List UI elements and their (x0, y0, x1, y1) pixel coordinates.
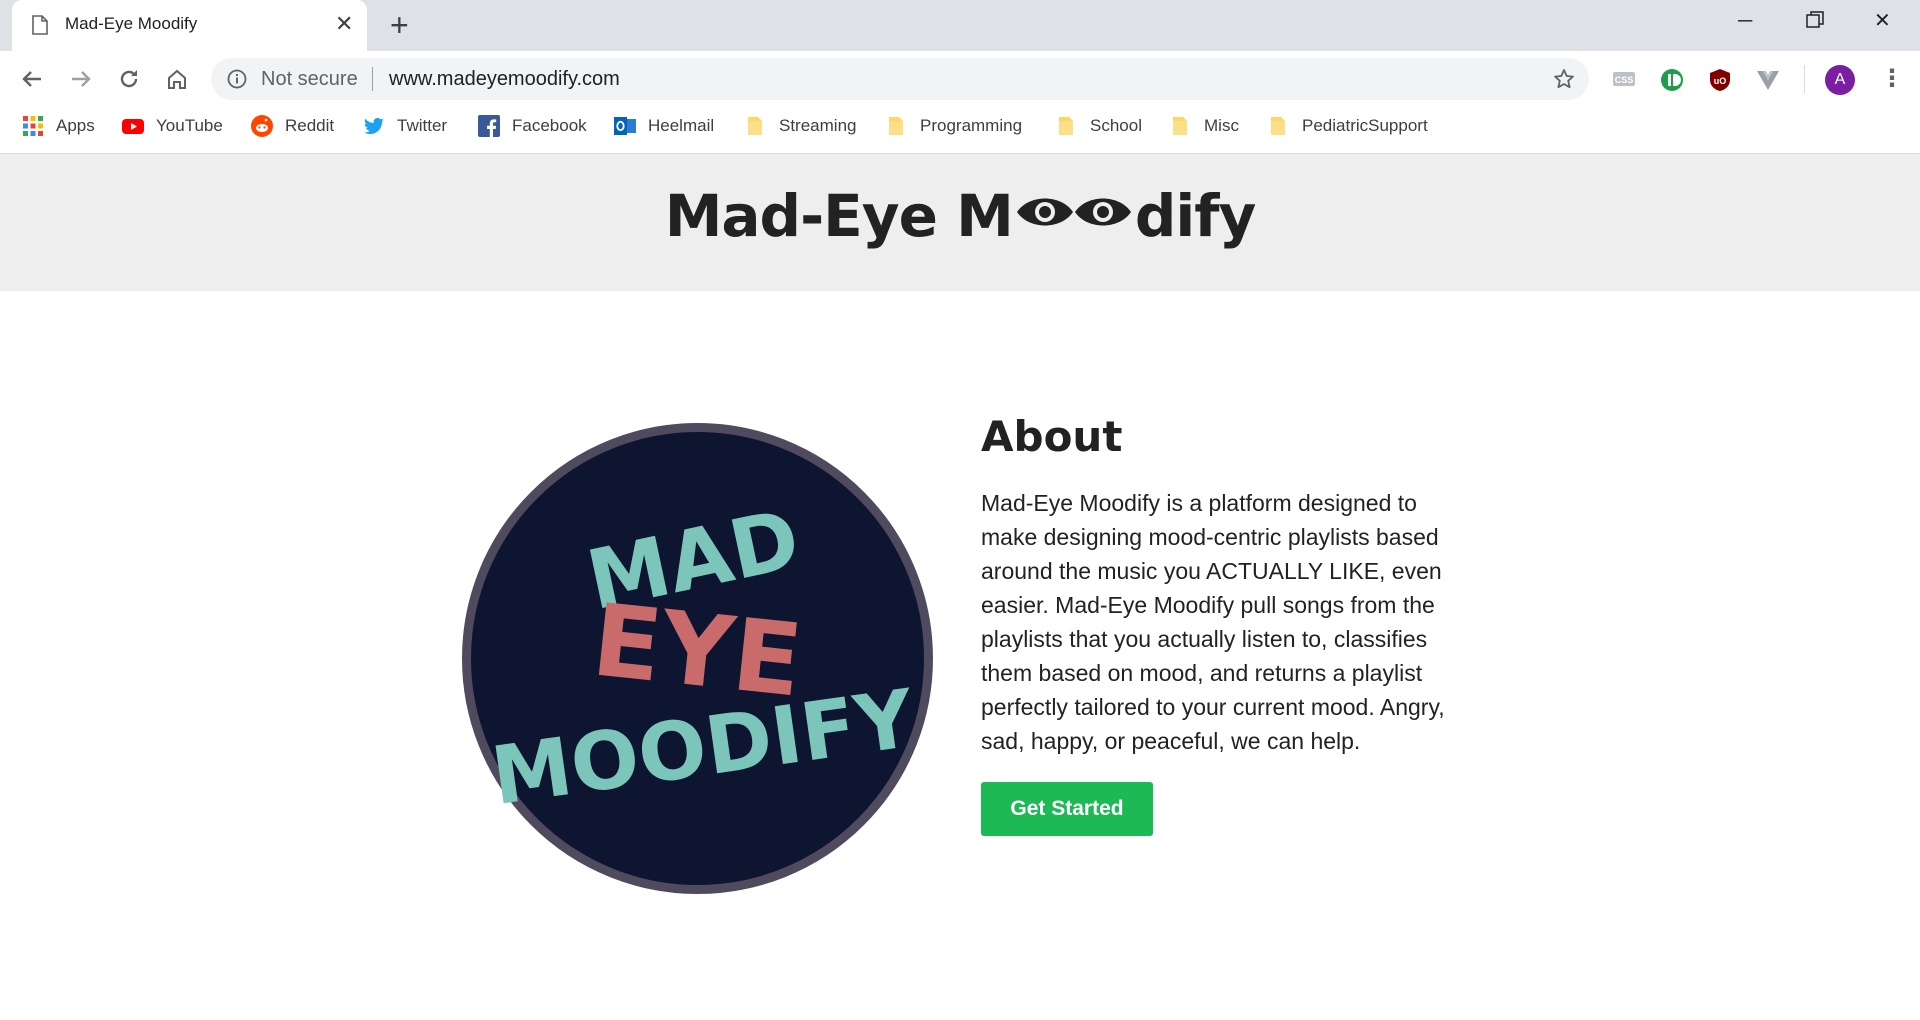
bookmark-folder-school[interactable]: School (1056, 108, 1142, 144)
bookmark-star-icon[interactable] (1553, 68, 1575, 95)
minimize-icon[interactable]: ─ (1738, 8, 1752, 34)
page-icon (32, 15, 48, 40)
toolbar-divider (1804, 65, 1805, 93)
bookmark-heelmail[interactable]: Heelmail (614, 108, 714, 144)
info-icon[interactable] (227, 69, 247, 94)
security-label: Not secure (261, 68, 358, 90)
ublock-icon[interactable]: uO (1708, 68, 1732, 92)
bookmark-label: YouTube (156, 116, 223, 135)
folder-icon (1056, 115, 1078, 137)
twitter-icon (363, 115, 385, 137)
folder-icon (1268, 115, 1290, 137)
site-title-end: dify (1134, 182, 1256, 250)
bookmark-label: School (1090, 116, 1142, 135)
get-started-button[interactable]: Get Started (981, 782, 1153, 836)
facebook-icon (478, 115, 500, 137)
bookmark-folder-programming[interactable]: Programming (886, 108, 1022, 144)
bookmark-label: PediatricSupport (1302, 116, 1428, 135)
close-window-icon[interactable]: ✕ (1874, 8, 1891, 34)
divider (372, 67, 373, 91)
browser-tab[interactable]: Mad-Eye Moodify ✕ (12, 0, 367, 51)
bookmark-label: Programming (920, 116, 1023, 135)
about-description: Mad-Eye Moodify is a platform designed t… (981, 490, 1445, 754)
folder-icon (745, 115, 767, 137)
new-tab-icon[interactable]: + (390, 6, 409, 44)
bookmark-folder-misc[interactable]: Misc (1170, 108, 1239, 144)
eyes-icon (1015, 182, 1133, 250)
svg-text:CSS: CSS (1615, 75, 1634, 85)
bookmarks-bar: Apps YouTube Reddit Twitter Facebook Hee… (0, 108, 1920, 154)
bookmark-reddit[interactable]: Reddit (251, 108, 334, 144)
site-header: Mad-Eye M dify (0, 154, 1920, 291)
apps-grid-icon (22, 115, 44, 137)
restore-icon[interactable] (1806, 10, 1824, 36)
moodify-logo: MAD EYE MOODIFY (462, 423, 933, 894)
outlook-icon (614, 115, 636, 137)
grammar-extension-icon[interactable] (1660, 68, 1684, 92)
bookmark-apps[interactable]: Apps (22, 108, 95, 144)
vue-devtools-icon[interactable] (1756, 68, 1780, 92)
back-icon[interactable] (17, 64, 47, 94)
close-tab-icon[interactable]: ✕ (335, 11, 353, 37)
bookmark-folder-pediatricsupport[interactable]: PediatricSupport (1268, 108, 1428, 144)
menu-kebab-icon[interactable]: ⋮ (1880, 64, 1904, 94)
forward-icon[interactable] (66, 64, 96, 94)
about-heading: About (981, 412, 1123, 461)
home-icon[interactable] (162, 64, 192, 94)
bookmark-label: Reddit (285, 116, 335, 135)
svg-text:uO: uO (1714, 76, 1727, 86)
bookmark-label: Apps (56, 116, 95, 135)
site-title-start: Mad-Eye M (664, 182, 1014, 250)
css-extension-icon[interactable]: CSS (1612, 68, 1636, 92)
folder-icon (1170, 115, 1192, 137)
url-text[interactable]: www.madeyemoodify.com (389, 68, 620, 91)
bookmark-label: Misc (1204, 116, 1239, 135)
profile-avatar[interactable]: A (1825, 65, 1855, 95)
youtube-icon (122, 115, 144, 137)
bookmark-label: Streaming (779, 116, 857, 135)
browser-toolbar: Not secure www.madeyemoodify.com CSS uO … (0, 51, 1920, 108)
tab-strip: Mad-Eye Moodify ✕ + ─ ✕ (0, 0, 1920, 51)
bookmark-folder-streaming[interactable]: Streaming (745, 108, 856, 144)
bookmark-label: Facebook (512, 116, 587, 135)
reload-icon[interactable] (114, 64, 144, 94)
reddit-icon (251, 115, 273, 137)
bookmark-facebook[interactable]: Facebook (478, 108, 587, 144)
bookmark-label: Twitter (397, 116, 448, 135)
address-bar[interactable]: Not secure www.madeyemoodify.com (211, 58, 1589, 100)
tab-title: Mad-Eye Moodify (65, 14, 198, 33)
bookmark-youtube[interactable]: YouTube (122, 108, 223, 144)
bookmark-label: Heelmail (648, 116, 715, 135)
folder-icon (886, 115, 908, 137)
bookmark-twitter[interactable]: Twitter (363, 108, 447, 144)
site-title: Mad-Eye M dify (0, 182, 1920, 254)
